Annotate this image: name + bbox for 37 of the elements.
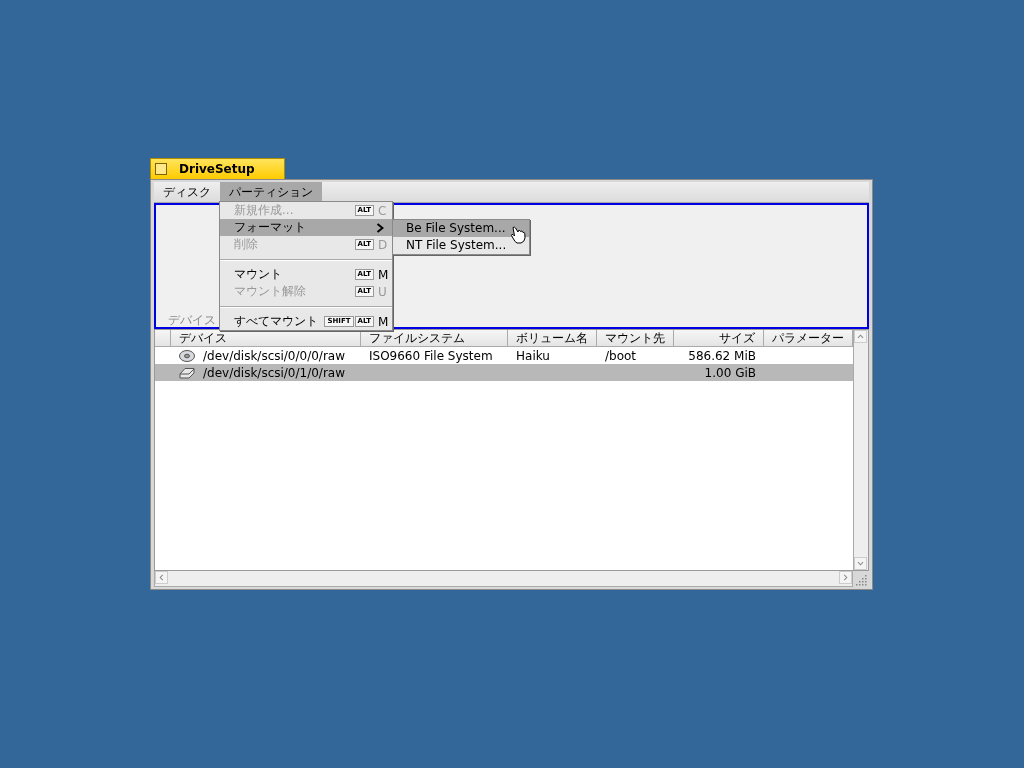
shortcut-key: M xyxy=(378,267,388,282)
table-cell: Haiku xyxy=(516,348,550,363)
menu-item[interactable]: フォーマット xyxy=(220,219,392,236)
menu-item-label: マウント解除 xyxy=(234,283,306,300)
shortcut-key: U xyxy=(378,284,388,299)
table-cell: 586.62 MiB xyxy=(688,348,756,363)
table-cell: /boot xyxy=(605,348,637,363)
submenu-item[interactable]: NT File System... xyxy=(393,237,529,254)
column-header[interactable]: サイズ xyxy=(674,330,764,346)
table-cell: 1.00 GiB xyxy=(704,365,756,380)
column-header[interactable]: マウント先 xyxy=(597,330,674,346)
resize-grip-icon xyxy=(854,572,868,586)
menu-item-label: すべてマウント xyxy=(234,313,318,330)
menu-item-label: マウント xyxy=(234,266,282,283)
menu-item-label: フォーマット xyxy=(234,219,306,236)
disc-icon xyxy=(179,349,195,362)
close-button[interactable] xyxy=(155,163,167,175)
menu-bar-item[interactable]: ディスク xyxy=(154,182,220,202)
shortcut-key: C xyxy=(378,203,388,218)
table-cell: /dev/disk/scsi/0/0/0/raw xyxy=(203,348,345,363)
disk-map-label: デバイス xyxy=(168,313,216,327)
horizontal-scrollbar[interactable] xyxy=(154,571,853,587)
menu-bar-item[interactable]: パーティション xyxy=(220,182,322,202)
table-cell: ISO9660 File System xyxy=(369,348,493,363)
table-cell: /dev/disk/scsi/0/1/0/raw xyxy=(203,365,345,380)
submenu-item[interactable]: Be File System... xyxy=(393,220,529,237)
table-row[interactable]: /dev/disk/scsi/0/0/0/raw ISO9660 File System Haiku /boot 586.62 MiB xyxy=(155,347,853,364)
column-header[interactable]: ボリューム名 xyxy=(508,330,597,346)
shortcut-key: D xyxy=(378,237,388,252)
table-row[interactable]: /dev/disk/scsi/0/1/0/raw 1.00 GiB xyxy=(155,364,853,381)
vertical-scrollbar[interactable] xyxy=(853,330,868,570)
hard-drive-icon xyxy=(179,366,195,379)
menu-item-label: 新規作成... xyxy=(234,202,294,219)
hand-cursor-icon xyxy=(510,226,526,244)
shortcut-key: M xyxy=(378,314,388,329)
window-title: DriveSetup xyxy=(179,162,255,176)
menu-item-label: 削除 xyxy=(234,236,258,253)
